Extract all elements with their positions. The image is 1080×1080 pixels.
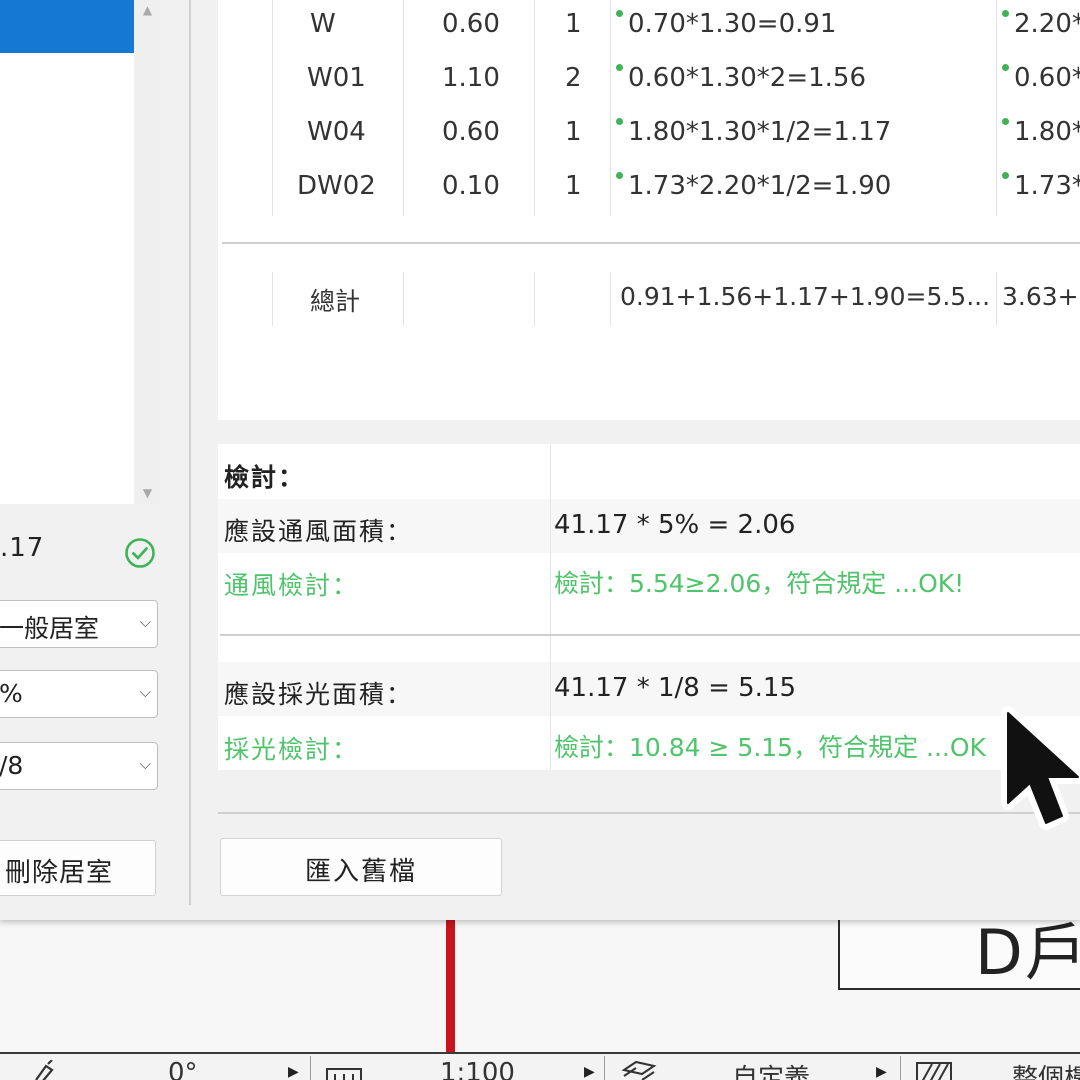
column-divider [403, 0, 404, 216]
status-dot [616, 118, 623, 125]
light-ratio-select[interactable]: /8 ⌵ [0, 742, 158, 790]
table-cell-width: 1.10 [442, 63, 500, 93]
status-dot [1002, 64, 1009, 71]
import-old-file-button[interactable]: 匯入舊檔 [220, 838, 502, 896]
total-label: 總計 [310, 287, 361, 316]
column-divider [534, 0, 535, 216]
column-divider [403, 272, 404, 326]
chevron-up-icon[interactable]: ▲ [135, 3, 160, 17]
table-cell-formula: 0.70*1.30=0.91 [628, 9, 837, 39]
status-divider [900, 1056, 901, 1080]
scale-value[interactable]: 1:100 [440, 1058, 515, 1080]
status-dot [616, 10, 623, 17]
delete-room-button[interactable]: 刪除居室 [0, 840, 156, 896]
column-divider [610, 272, 611, 326]
table-cell-width: 0.60 [442, 117, 500, 147]
window-table: W 0.60 1 0.70*1.30=0.91 2.20* W01 1.10 2… [218, 0, 1080, 420]
column-divider [610, 0, 611, 216]
status-divider [604, 1056, 605, 1080]
table-cell-count: 2 [565, 63, 582, 93]
light-required-label: 應設採光面積： [224, 680, 414, 709]
room-list-scrollbar[interactable]: ▲ ▼ [135, 0, 160, 504]
review-divider [220, 634, 1080, 636]
room-type-select[interactable]: 一般居室 ⌵ [0, 600, 158, 648]
vent-required-value: 41.17 * 5% = 2.06 [554, 510, 796, 540]
hatch-icon[interactable] [916, 1062, 952, 1080]
table-divider [222, 242, 1080, 244]
table-cell-name: DW02 [297, 171, 376, 201]
review-footer-band [218, 770, 1080, 790]
room-list-selected-item[interactable] [0, 0, 134, 53]
chevron-down-icon[interactable]: ▼ [135, 486, 160, 500]
status-dot [1002, 118, 1009, 125]
drawing-red-line [446, 918, 455, 1053]
table-cell-name: W [310, 9, 336, 39]
vent-check-value: 檢討：5.54≥2.06，符合規定 ...OK! [554, 569, 965, 598]
angle-value[interactable]: 0° [168, 1058, 198, 1080]
review-title: 檢討： [224, 463, 306, 492]
status-dot [616, 172, 623, 179]
chevron-down-icon: ⌵ [139, 683, 151, 701]
table-cell-formula2: 1.73* [1014, 171, 1080, 201]
triangle-right-icon[interactable]: ▶ [876, 1064, 887, 1080]
room-area-value: .17 [0, 533, 45, 563]
import-old-file-label: 匯入舊檔 [304, 857, 417, 887]
status-dot [616, 64, 623, 71]
room-review-dialog: ▲ ▼ .17 一般居室 ⌵ % ⌵ /8 ⌵ 刪除居室 W 0.60 1 0.… [0, 0, 1080, 920]
vent-ratio-select[interactable]: % ⌵ [0, 670, 158, 718]
column-divider [272, 0, 273, 216]
table-cell-formula2: 1.80* [1014, 117, 1080, 147]
status-dot [1002, 172, 1009, 179]
column-divider [996, 0, 997, 216]
pencil-angle-icon[interactable] [32, 1060, 66, 1080]
drawing-label-text: D戶 [975, 916, 1080, 989]
table-cell-formula: 0.60*1.30*2=1.56 [628, 63, 866, 93]
table-cell-name: W01 [307, 63, 366, 93]
table-cell-width: 0.60 [442, 9, 500, 39]
scale-ruler-icon[interactable] [326, 1068, 362, 1080]
table-cell-formula: 1.73*2.20*1/2=1.90 [628, 171, 892, 201]
layers-icon[interactable] [620, 1060, 658, 1080]
table-cell-count: 1 [565, 9, 582, 39]
panel-divider [189, 0, 191, 905]
column-divider [534, 272, 535, 326]
review-panel: 檢討： 應設通風面積： 41.17 * 5% = 2.06 通風檢討： 檢討：5… [218, 444, 1080, 790]
table-cell-count: 1 [565, 171, 582, 201]
cursor-arrow-icon [1001, 706, 1080, 830]
total-formula2: 3.63+ [1002, 282, 1079, 311]
total-formula: 0.91+1.56+1.17+1.90=5.5... [620, 282, 991, 311]
light-ratio-value: /8 [0, 751, 24, 780]
column-divider [996, 272, 997, 326]
custom-layer-value[interactable]: 自定義 [732, 1058, 810, 1080]
light-check-label: 採光檢討： [224, 735, 360, 764]
chevron-down-icon: ⌵ [139, 755, 151, 773]
footer-divider [218, 812, 1080, 814]
status-divider [310, 1056, 311, 1080]
check-circle-icon [125, 538, 155, 568]
table-cell-formula: 1.80*1.30*1/2=1.17 [628, 117, 892, 147]
triangle-right-icon[interactable]: ▶ [288, 1064, 299, 1080]
light-required-value: 41.17 * 1/8 = 5.15 [554, 673, 797, 703]
table-cell-width: 0.10 [442, 171, 500, 201]
light-check-value: 檢討：10.84 ≥ 5.15，符合規定 ...OK [554, 733, 986, 762]
table-cell-name: W04 [307, 117, 366, 147]
triangle-right-icon[interactable]: ▶ [584, 1064, 595, 1080]
column-divider [550, 444, 551, 770]
room-type-value: 一般居室 [0, 614, 100, 643]
status-bar: 0° ▶ 1:100 ▶ 自定義 ▶ 整個樓 [0, 1052, 1080, 1080]
table-cell-count: 1 [565, 117, 582, 147]
chevron-down-icon: ⌵ [139, 613, 151, 631]
table-cell-formula2: 2.20* [1014, 9, 1080, 39]
delete-room-label: 刪除居室 [5, 858, 114, 888]
column-divider [272, 272, 273, 326]
table-cell-formula2: 0.60* [1014, 63, 1080, 93]
vent-required-label: 應設通風面積： [224, 517, 414, 546]
whole-story-value[interactable]: 整個樓 [1012, 1058, 1080, 1080]
room-list[interactable] [0, 0, 134, 504]
vent-ratio-value: % [0, 679, 23, 708]
status-dot [1002, 10, 1009, 17]
vent-check-label: 通風檢討： [224, 571, 360, 600]
